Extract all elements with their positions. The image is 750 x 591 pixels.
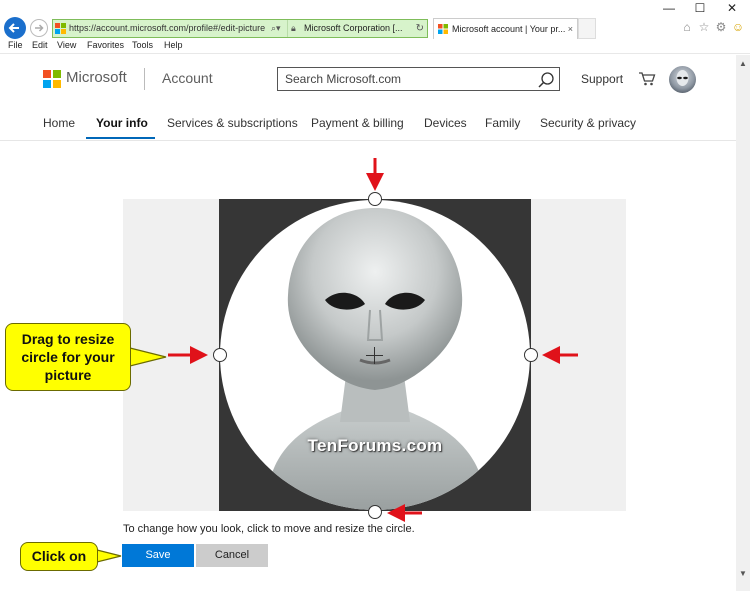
page-favicon-icon	[55, 23, 66, 34]
header-divider	[144, 68, 145, 90]
address-bar[interactable]: https://account.microsoft.com/profile#/e…	[52, 19, 428, 38]
tab-services-subscriptions[interactable]: Services & subscriptions	[167, 116, 298, 130]
resize-handle-top[interactable]	[368, 192, 382, 206]
close-window-button[interactable]: ✕	[717, 0, 747, 18]
callout-pointer-click	[96, 549, 122, 563]
minimize-button[interactable]: —	[654, 0, 684, 18]
tab-your-info[interactable]: Your info	[96, 116, 148, 130]
menu-tools[interactable]: Tools	[132, 40, 153, 50]
feedback-smiley-icon[interactable]: ☺	[731, 20, 745, 34]
favorites-star-icon[interactable]: ☆	[697, 20, 711, 34]
move-crosshair-icon[interactable]	[366, 347, 383, 364]
account-title[interactable]: Account	[162, 70, 213, 86]
active-tab-indicator	[86, 137, 155, 139]
user-avatar[interactable]	[669, 66, 696, 93]
menu-view[interactable]: View	[57, 40, 76, 50]
vertical-scrollbar[interactable]: ▲ ▼	[736, 55, 750, 591]
callout-resize-line-1: Drag to resize	[21, 331, 115, 347]
home-icon[interactable]: ⌂	[680, 20, 694, 34]
shopping-cart-icon[interactable]	[638, 71, 656, 87]
site-header: Microsoft Account Search Microsoft.com S…	[0, 55, 736, 141]
search-dropdown-icon[interactable]: ⌕▾	[271, 20, 281, 37]
scroll-down-icon[interactable]: ▼	[739, 569, 747, 578]
tab-family[interactable]: Family	[485, 116, 520, 130]
cancel-button[interactable]: Cancel	[196, 544, 268, 567]
menu-help[interactable]: Help	[164, 40, 183, 50]
url-text: https://account.microsoft.com/profile#/e…	[69, 23, 266, 33]
watermark-text: TenForums.com	[307, 436, 443, 455]
url-field[interactable]: https://account.microsoft.com/profile#/e…	[53, 20, 287, 37]
save-button[interactable]: Save	[122, 544, 194, 567]
callout-resize: Drag to resize circle for your picture	[5, 323, 131, 391]
microsoft-logo-icon[interactable]	[43, 70, 61, 88]
tab-payment-billing[interactable]: Payment & billing	[311, 116, 404, 130]
forward-button[interactable]	[30, 19, 48, 37]
settings-gear-icon[interactable]: ⚙	[714, 20, 728, 34]
menu-favorites[interactable]: Favorites	[87, 40, 124, 50]
alien-avatar-icon	[676, 70, 689, 86]
tab-security-privacy[interactable]: Security & privacy	[540, 116, 636, 130]
forward-arrow-icon	[35, 24, 44, 32]
back-button[interactable]	[4, 17, 26, 39]
resize-handle-left[interactable]	[213, 348, 227, 362]
callout-resize-line-3: picture	[44, 367, 92, 383]
menu-file[interactable]: File	[8, 40, 23, 50]
lock-icon: 🔒︎	[291, 23, 296, 33]
tab-close-icon[interactable]: ×	[568, 19, 573, 39]
cert-text: Microsoft Corporation [...	[304, 23, 403, 33]
refresh-icon[interactable]: ↻	[416, 20, 424, 37]
instruction-text: To change how you look, click to move an…	[123, 523, 415, 535]
menu-bar: File Edit View Favorites Tools Help	[0, 39, 750, 54]
tab-devices[interactable]: Devices	[424, 116, 467, 130]
back-arrow-icon	[8, 23, 19, 33]
search-input[interactable]: Search Microsoft.com	[285, 68, 401, 90]
resize-handle-bottom[interactable]	[368, 505, 382, 519]
certificate-field[interactable]: 🔒︎ Microsoft Corporation [... ↻	[287, 20, 427, 37]
support-link[interactable]: Support	[581, 72, 623, 86]
menu-edit[interactable]: Edit	[32, 40, 48, 50]
address-row: https://account.microsoft.com/profile#/e…	[0, 17, 750, 39]
maximize-button[interactable]: ☐	[685, 0, 715, 18]
tab-home[interactable]: Home	[43, 116, 75, 130]
tab-title: Microsoft account | Your pr...	[452, 24, 566, 34]
window-titlebar: — ☐ ✕	[0, 0, 750, 18]
tab-favicon-icon	[438, 24, 448, 34]
search-icon[interactable]	[537, 71, 555, 89]
scroll-up-icon[interactable]: ▲	[739, 59, 747, 68]
search-box[interactable]: Search Microsoft.com	[277, 67, 560, 91]
brand-name[interactable]: Microsoft	[66, 69, 127, 86]
callout-resize-line-2: circle for your	[21, 349, 115, 365]
browser-tab[interactable]: Microsoft account | Your pr... ×	[433, 18, 578, 39]
callout-click: Click on	[20, 542, 98, 571]
resize-handle-right[interactable]	[524, 348, 538, 362]
new-tab-button[interactable]	[578, 18, 596, 39]
